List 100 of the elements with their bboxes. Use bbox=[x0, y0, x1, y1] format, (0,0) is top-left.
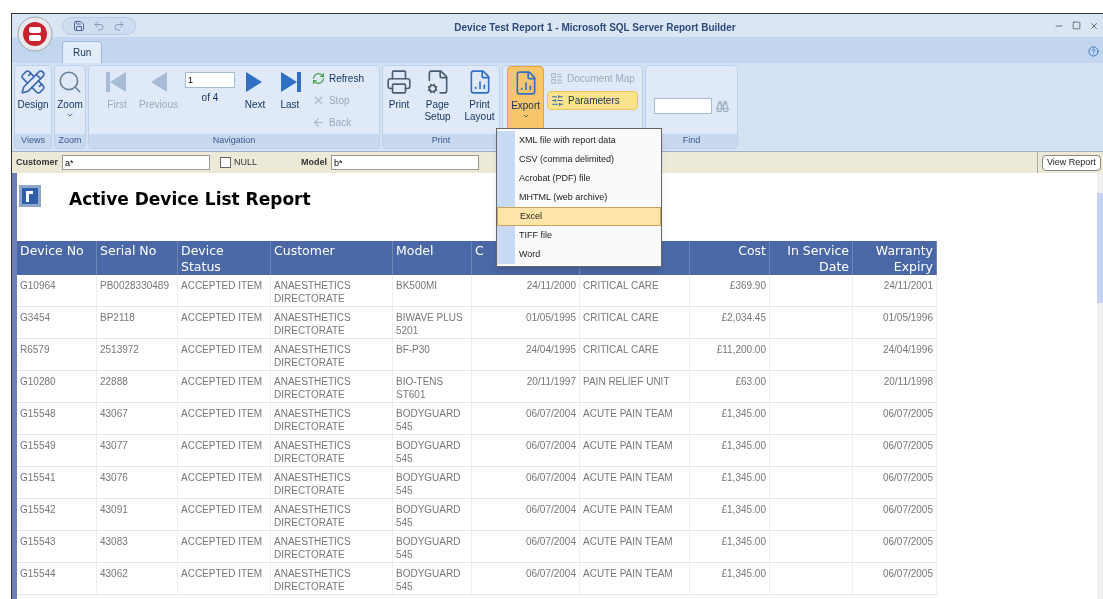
column-header: In Service Date bbox=[770, 241, 853, 275]
parameter-label: Model bbox=[301, 155, 328, 169]
table-cell: 06/07/2005 bbox=[853, 435, 937, 466]
column-header: Customer bbox=[271, 241, 393, 275]
table-cell: 01/05/1995 bbox=[472, 307, 580, 338]
save-icon[interactable] bbox=[73, 19, 85, 32]
menu-item[interactable]: MHTML (web archive) bbox=[515, 188, 661, 207]
table-cell: G15548 bbox=[17, 403, 97, 434]
refresh-icon bbox=[311, 72, 325, 85]
table-cell: ACCEPTED ITEM bbox=[178, 307, 271, 338]
ribbon-button[interactable]: Last bbox=[273, 66, 306, 132]
table-cell: 06/07/2004 bbox=[472, 531, 580, 562]
table-cell: ANAESTHETICS DIRECTORATE bbox=[271, 371, 393, 402]
undo-icon[interactable] bbox=[93, 19, 105, 32]
window-title: Device Test Report 1 - Microsoft SQL Server Report Builder bbox=[454, 21, 736, 33]
logo-icon bbox=[19, 185, 41, 207]
table-cell: BK500MI bbox=[393, 275, 472, 306]
ribbon-button[interactable]: Zoom bbox=[54, 66, 86, 132]
table-cell: PB0028330489 bbox=[97, 275, 178, 306]
table-cell: ANAESTHETICS DIRECTORATE bbox=[271, 467, 393, 498]
ribbon-button[interactable]: Page Setup bbox=[418, 66, 457, 132]
null-checkbox[interactable]: NULL bbox=[220, 155, 258, 170]
close-icon[interactable] bbox=[1089, 20, 1099, 31]
table-cell: ACCEPTED ITEM bbox=[178, 275, 271, 306]
table-cell: ACUTE PAIN TEAM bbox=[580, 467, 690, 498]
table-cell: £1,345.00 bbox=[690, 435, 770, 466]
table-cell: £2,034.45 bbox=[690, 307, 770, 338]
table-cell: ANAESTHETICS DIRECTORATE bbox=[271, 563, 393, 594]
parameter-field[interactable]: b* bbox=[331, 155, 480, 170]
help-icon[interactable] bbox=[1088, 46, 1099, 57]
table-cell: £1,345.00 bbox=[690, 563, 770, 594]
table-cell: BIWAVE PLUS 5201 bbox=[393, 307, 472, 338]
table-cell: 43067 bbox=[97, 403, 178, 434]
parameter-field[interactable]: a* bbox=[62, 155, 210, 170]
table-cell: R6579 bbox=[17, 339, 97, 370]
group-label: Navigation bbox=[212, 134, 256, 148]
table-cell: G10964 bbox=[17, 275, 97, 306]
table-cell: CRITICAL CARE bbox=[580, 339, 690, 370]
ribbon-tab[interactable]: Run bbox=[62, 41, 103, 63]
table-cell: 43083 bbox=[97, 531, 178, 562]
group-label: Views bbox=[21, 134, 45, 148]
sliders-icon bbox=[551, 94, 565, 107]
table-cell: 06/07/2005 bbox=[853, 563, 937, 594]
maximize-icon[interactable] bbox=[1072, 21, 1081, 30]
table-cell: G3454 bbox=[17, 307, 97, 338]
table-cell: ANAESTHETICS DIRECTORATE bbox=[271, 339, 393, 370]
table-cell: BF-P30 bbox=[393, 339, 472, 370]
dropdown-caret-icon bbox=[66, 111, 74, 119]
table-cell: 43091 bbox=[97, 499, 178, 530]
view-report-button[interactable]: View Report bbox=[1042, 154, 1101, 171]
ribbon-button[interactable]: Design bbox=[14, 66, 52, 132]
table-cell: £11,200.00 bbox=[690, 339, 770, 370]
report-title: Active Device List Report bbox=[69, 188, 311, 211]
ribbon-small-button[interactable]: Parameters bbox=[547, 91, 638, 110]
ribbon-button[interactable]: Print Layout bbox=[460, 66, 499, 132]
ribbon-small-button[interactable]: Refresh bbox=[308, 69, 367, 88]
table-cell: 06/07/2004 bbox=[472, 499, 580, 530]
table-cell: 01/05/1996 bbox=[853, 307, 937, 338]
table-cell: G10280 bbox=[17, 371, 97, 402]
table-cell: BODYGUARD 545 bbox=[393, 563, 472, 594]
table-cell: £1,345.00 bbox=[690, 467, 770, 498]
table-cell: 06/07/2005 bbox=[853, 531, 937, 562]
menu-item[interactable]: CSV (comma delimited) bbox=[515, 150, 661, 169]
column-header: Model bbox=[393, 241, 472, 275]
table-cell: ANAESTHETICS DIRECTORATE bbox=[271, 499, 393, 530]
table-cell: CRITICAL CARE bbox=[580, 275, 690, 306]
table-cell: BODYGUARD 545 bbox=[393, 467, 472, 498]
list-icon bbox=[550, 72, 564, 85]
group-label: Find bbox=[682, 134, 701, 148]
table-cell: ANAESTHETICS DIRECTORATE bbox=[271, 531, 393, 562]
page-number-field[interactable]: 1 bbox=[184, 72, 235, 88]
group-label: Print bbox=[431, 134, 451, 148]
table-cell: 24/04/1996 bbox=[853, 339, 937, 370]
redo-icon[interactable] bbox=[113, 19, 125, 32]
table-cell: £1,345.00 bbox=[690, 499, 770, 530]
ribbon-button[interactable]: Next bbox=[238, 66, 271, 132]
table-cell: 06/07/2004 bbox=[472, 403, 580, 434]
menu-item[interactable]: XML file with report data bbox=[515, 131, 661, 150]
table-cell: G15541 bbox=[17, 467, 97, 498]
table-cell: £1,345.00 bbox=[690, 531, 770, 562]
group-label: Zoom bbox=[58, 134, 82, 148]
table-cell: ACCEPTED ITEM bbox=[178, 435, 271, 466]
table-cell: BODYGUARD 545 bbox=[393, 435, 472, 466]
table-cell: £1,345.00 bbox=[690, 403, 770, 434]
table-cell: 24/04/1995 bbox=[472, 339, 580, 370]
column-header: Device Status bbox=[178, 241, 271, 275]
table-cell: 20/11/1997 bbox=[472, 371, 580, 402]
app-logo-icon[interactable] bbox=[17, 16, 53, 52]
menu-item[interactable]: Acrobat (PDF) file bbox=[515, 169, 661, 188]
column-header: Cost bbox=[690, 241, 770, 275]
scrollbar[interactable] bbox=[1097, 173, 1103, 599]
table-cell: ACUTE PAIN TEAM bbox=[580, 403, 690, 434]
table-cell: ACUTE PAIN TEAM bbox=[580, 531, 690, 562]
find-field[interactable] bbox=[654, 98, 712, 114]
table-cell: ACUTE PAIN TEAM bbox=[580, 499, 690, 530]
table-cell: G15544 bbox=[17, 563, 97, 594]
parameter-label: Customer bbox=[16, 155, 58, 169]
ribbon-button[interactable]: Print bbox=[383, 66, 415, 132]
page-count: of 4 bbox=[201, 91, 219, 105]
menu-item[interactable]: Excel bbox=[497, 207, 661, 226]
